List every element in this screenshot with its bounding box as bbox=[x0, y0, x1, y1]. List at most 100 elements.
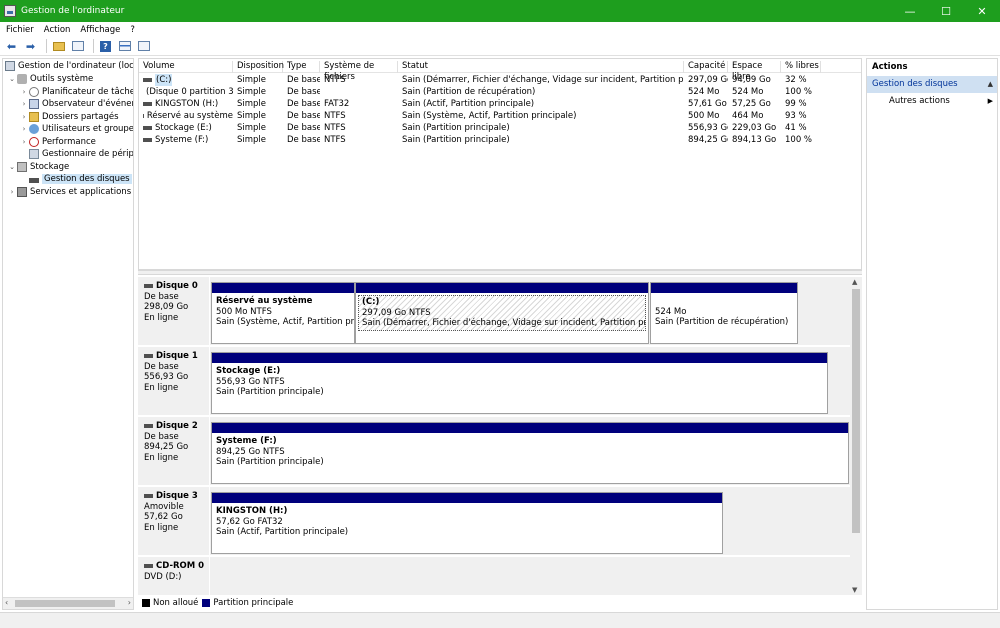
tree-item-storage[interactable]: ⌄ Stockage bbox=[7, 161, 69, 174]
menu-action[interactable]: Action bbox=[44, 25, 71, 35]
volume-icon bbox=[143, 102, 152, 106]
back-arrow-icon[interactable]: ⬅ bbox=[4, 39, 19, 54]
chevron-right-icon[interactable]: › bbox=[19, 125, 29, 133]
partition-title bbox=[655, 296, 793, 307]
partition-status: Sain (Partition principale) bbox=[216, 457, 324, 467]
volume-name: Stockage (E:) bbox=[155, 123, 212, 133]
partition-h[interactable]: KINGSTON (H:) 57,62 Go FAT32 Sain (Actif… bbox=[211, 492, 723, 554]
table-row[interactable]: KINGSTON (H:) Simple De base FAT32 Sain … bbox=[139, 98, 861, 110]
more-actions-item[interactable]: Autres actions ▶ bbox=[867, 93, 997, 110]
chevron-right-icon[interactable]: › bbox=[19, 88, 29, 96]
volume-list-header: Volume Disposition Type Système de fichi… bbox=[139, 61, 861, 82]
table-row[interactable]: (C:) Simple De base NTFS Sain (Démarrer,… bbox=[139, 74, 861, 86]
column-header-volume[interactable]: Volume bbox=[139, 61, 233, 73]
tree-horizontal-scrollbar[interactable]: ‹ › bbox=[3, 597, 133, 609]
disk-size: 556,93 Go bbox=[144, 372, 189, 382]
tree-item-shared-folders[interactable]: › Dossiers partagés bbox=[19, 111, 119, 124]
clock-icon bbox=[29, 86, 39, 97]
tree-item-performance[interactable]: › Performance bbox=[19, 136, 96, 149]
performance-icon bbox=[29, 136, 39, 147]
column-header-status[interactable]: Statut bbox=[398, 61, 684, 73]
toolbar-separator bbox=[93, 39, 94, 53]
forward-arrow-icon[interactable]: ➡ bbox=[23, 39, 38, 54]
column-header-layout[interactable]: Disposition bbox=[233, 61, 284, 73]
maximize-button[interactable]: ☐ bbox=[928, 0, 964, 22]
chevron-right-icon[interactable]: › bbox=[7, 188, 17, 196]
scroll-right-icon[interactable]: › bbox=[128, 598, 131, 607]
tree-item-events[interactable]: › Observateur d'événements bbox=[19, 98, 133, 111]
properties-icon[interactable] bbox=[117, 39, 132, 54]
tree-item-services[interactable]: › Services et applications bbox=[7, 186, 131, 199]
disk-info[interactable]: CD-ROM 0 DVD (D:) bbox=[138, 557, 210, 595]
collapse-up-icon[interactable]: ▲ bbox=[988, 76, 993, 93]
help-icon[interactable]: ? bbox=[98, 39, 113, 54]
toolbar-separator bbox=[46, 39, 47, 53]
disk-info[interactable]: Disque 1 De base 556,93 Go En ligne bbox=[138, 347, 210, 415]
table-cell: Simple bbox=[237, 135, 267, 145]
table-cell: 94,09 Go bbox=[732, 75, 771, 85]
scroll-left-icon[interactable]: ‹ bbox=[5, 598, 8, 607]
disk-info[interactable]: Disque 3 Amovible 57,62 Go En ligne bbox=[138, 487, 210, 555]
table-cell: 500 Mo bbox=[688, 111, 720, 121]
chevron-down-icon[interactable]: ⌄ bbox=[7, 75, 17, 83]
table-row[interactable]: Systeme (F:) Simple De base NTFS Sain (P… bbox=[139, 134, 861, 146]
tree-item-root[interactable]: Gestion de l'ordinateur (local) bbox=[5, 60, 133, 73]
legend-swatch-primary bbox=[202, 598, 211, 607]
menu-affichage[interactable]: Affichage bbox=[80, 25, 120, 35]
partition-f[interactable]: Systeme (F:) 894,25 Go NTFS Sain (Partit… bbox=[211, 422, 849, 484]
actions-section-disk-management[interactable]: Gestion des disques ▲ bbox=[867, 76, 997, 93]
tree-item-scheduler[interactable]: › Planificateur de tâches bbox=[19, 86, 133, 99]
table-cell: Sain (Démarrer, Fichier d'échange, Vidag… bbox=[402, 75, 684, 85]
chevron-right-icon[interactable]: › bbox=[19, 138, 29, 146]
table-cell: De base bbox=[287, 99, 320, 109]
partition-recovery[interactable]: 524 Mo Sain (Partition de récupération) bbox=[650, 282, 798, 344]
scrollbar-thumb[interactable] bbox=[852, 289, 860, 533]
column-header-filesystem[interactable]: Système de fichiers bbox=[320, 61, 398, 82]
disk-row: Disque 0 De base 298,09 Go En ligne Rése… bbox=[138, 277, 850, 347]
column-header-capacity[interactable]: Capacité bbox=[684, 61, 728, 73]
tree-item-disk-management[interactable]: Gestion des disques bbox=[29, 173, 132, 186]
table-row[interactable]: Réservé au système Simple De base NTFS S… bbox=[139, 110, 861, 122]
chevron-right-icon[interactable]: › bbox=[19, 100, 29, 108]
partition-c[interactable]: (C:) 297,09 Go NTFS Sain (Démarrer, Fich… bbox=[355, 282, 649, 344]
menu-help[interactable]: ? bbox=[130, 25, 135, 35]
table-cell: 464 Mo bbox=[732, 111, 764, 121]
disk-info[interactable]: Disque 2 De base 894,25 Go En ligne bbox=[138, 417, 210, 485]
disk-state: En ligne bbox=[144, 522, 179, 533]
table-cell: Simple bbox=[237, 99, 267, 109]
partition-e[interactable]: Stockage (E:) 556,93 Go NTFS Sain (Parti… bbox=[211, 352, 828, 414]
table-cell: 41 % bbox=[785, 123, 807, 133]
partition-type-bar bbox=[212, 283, 354, 293]
up-folder-icon[interactable] bbox=[51, 39, 66, 54]
show-hide-tree-icon[interactable] bbox=[70, 39, 85, 54]
disk-map-vertical-scrollbar[interactable]: ▲ ▼ bbox=[850, 277, 862, 595]
pane-splitter[interactable] bbox=[138, 270, 862, 275]
close-button[interactable]: ✕ bbox=[964, 0, 1000, 22]
chevron-right-icon[interactable]: › bbox=[19, 113, 29, 121]
scrollbar-thumb[interactable] bbox=[15, 600, 115, 607]
column-header-free-space[interactable]: Espace libre bbox=[728, 61, 781, 82]
action-pane-icon[interactable] bbox=[136, 39, 151, 54]
disk-state: En ligne bbox=[144, 382, 179, 393]
table-row[interactable]: Stockage (E:) Simple De base NTFS Sain (… bbox=[139, 122, 861, 134]
scroll-down-icon[interactable]: ▼ bbox=[852, 586, 857, 594]
tree-item-users[interactable]: › Utilisateurs et groupes locaux bbox=[19, 123, 133, 136]
disk-name: Disque 1 bbox=[156, 351, 198, 361]
legend-label-unallocated: Non alloué bbox=[153, 597, 199, 608]
column-header-type[interactable]: Type bbox=[283, 61, 320, 73]
disk-type: De base bbox=[144, 361, 179, 372]
column-header-percent-free[interactable]: % libres bbox=[781, 61, 821, 73]
minimize-button[interactable]: — bbox=[892, 0, 928, 22]
partition-reserved[interactable]: Réservé au système 500 Mo NTFS Sain (Sys… bbox=[211, 282, 355, 344]
table-cell: NTFS bbox=[324, 123, 346, 133]
cdrom-icon bbox=[144, 564, 153, 569]
event-viewer-icon bbox=[29, 99, 39, 110]
table-row[interactable]: (Disque 0 partition 3) Simple De base Sa… bbox=[139, 86, 861, 98]
menu-fichier[interactable]: Fichier bbox=[6, 25, 34, 35]
disk-info[interactable]: Disque 0 De base 298,09 Go En ligne bbox=[138, 277, 210, 345]
chevron-down-icon[interactable]: ⌄ bbox=[7, 163, 17, 171]
tree-item-device-manager[interactable]: Gestionnaire de périphériques bbox=[29, 148, 133, 161]
partition-title: Systeme (F:) bbox=[216, 436, 277, 446]
scroll-up-icon[interactable]: ▲ bbox=[852, 278, 857, 286]
tree-item-system-tools[interactable]: ⌄ Outils système bbox=[7, 73, 93, 86]
